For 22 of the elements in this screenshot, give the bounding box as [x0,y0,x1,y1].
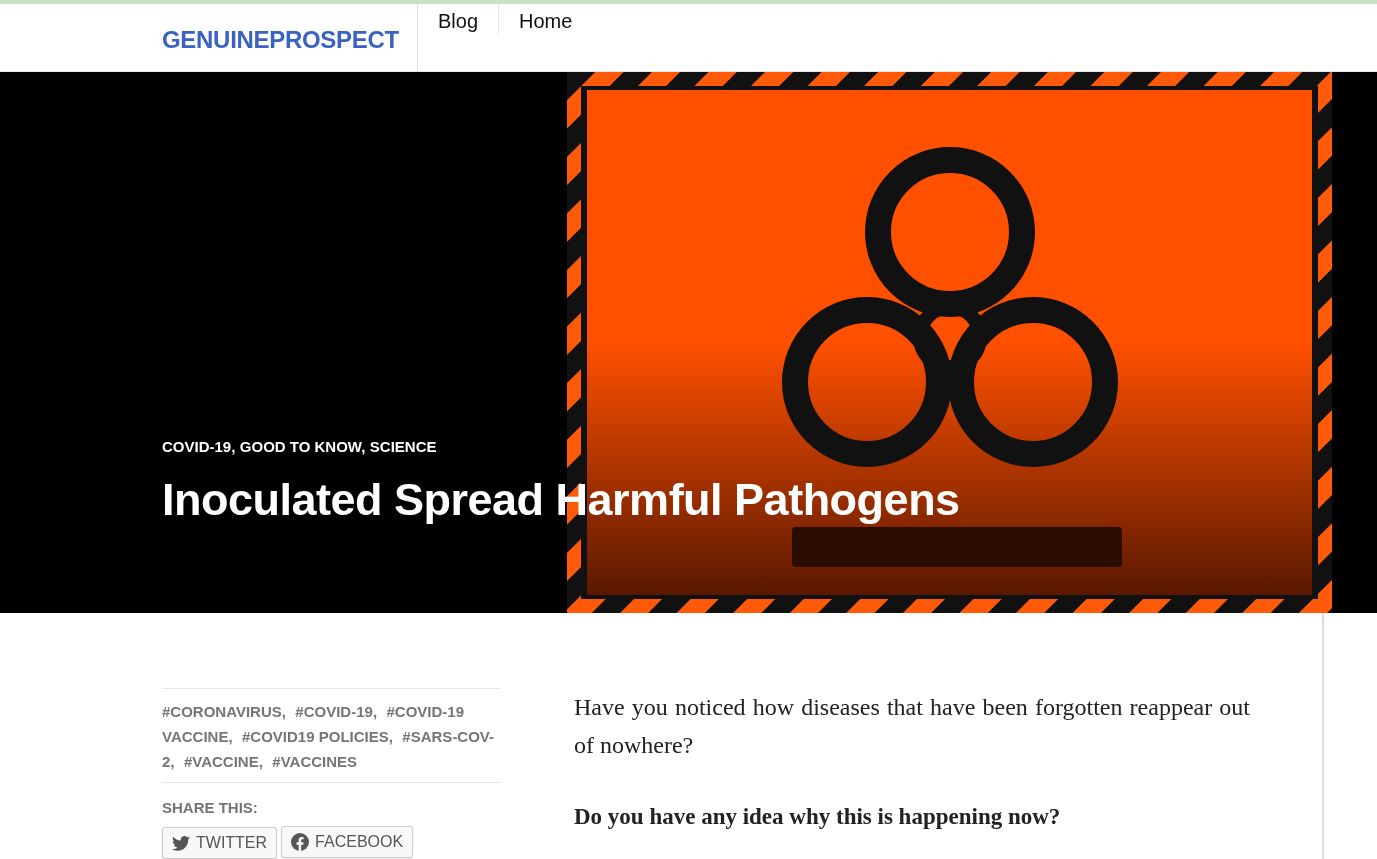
twitter-share-button[interactable]: TWITTER [162,827,278,859]
nav-link[interactable]: Blog [418,4,500,34]
category-link[interactable]: COVID-19, [162,438,236,455]
paragraph: Do you have any idea why this is happening now? [574,803,1062,831]
tag-link[interactable]: #VACCINES [272,753,358,770]
tag-link[interactable]: #COVID-19 [386,703,465,720]
bird-icon [172,835,190,851]
site-logo[interactable]: GENUINEPROSPECT [162,26,399,53]
tag-link[interactable]: #CORONAVIRUS, [162,703,286,720]
nav-link[interactable]: Home [499,4,593,34]
tag-link[interactable]: #VACCINE, [183,753,263,770]
category-link[interactable]: GOOD TO KNOW, [239,438,366,455]
share-heading: SHARE THIS: [162,798,259,818]
facebook-share-button[interactable]: FACEBOOK [281,825,414,858]
paragraph: Have you noticed how diseases that have been forgotten reappear out of nowhere? [574,693,1250,760]
tag-link[interactable]: #COVID-19, [295,703,378,720]
tag-link[interactable]: 2, [162,753,175,770]
category-link[interactable]: SCIENCE [369,438,437,455]
tag-link[interactable]: #SARS-COV- [402,728,495,745]
tag-link[interactable]: VACCINE, [162,728,233,745]
facebook-icon [291,832,310,851]
tag-link[interactable]: #COVID19 POLICIES, [242,728,393,745]
